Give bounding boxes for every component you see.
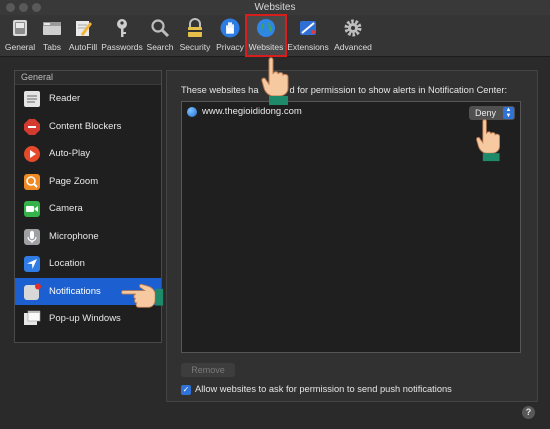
- tab-autofill[interactable]: AutoFill: [66, 15, 100, 56]
- pointing-hand-icon: [121, 283, 164, 308]
- sidebar-item-camera[interactable]: Camera: [15, 195, 161, 223]
- tab-security[interactable]: Security: [176, 15, 214, 56]
- sidebar-item-reader[interactable]: Reader: [15, 85, 161, 113]
- gear-icon: [344, 19, 362, 37]
- allow-checkbox-label: Allow websites to ask for permission to …: [195, 384, 452, 394]
- notifications-icon: [24, 283, 41, 300]
- play-icon: [24, 146, 40, 162]
- zoom-icon: [24, 173, 40, 190]
- key-icon: [117, 19, 127, 37]
- tab-extensions[interactable]: Extensions: [286, 15, 330, 56]
- tab-security-label: Security: [179, 42, 211, 52]
- sidebar-item-microphone[interactable]: Microphone: [15, 223, 161, 251]
- sidebar-item-label: Auto-Play: [49, 148, 91, 159]
- sidebar-item-page-zoom[interactable]: Page Zoom: [15, 168, 161, 196]
- pencil-icon: [76, 21, 92, 36]
- sidebar-item-label: Page Zoom: [49, 175, 99, 187]
- preferences-content: General Reader Content Blockers Auto-Pla…: [0, 57, 550, 429]
- pointing-hand-icon: [261, 57, 289, 105]
- sidebar-item-content-blockers[interactable]: Content Blockers: [15, 113, 161, 141]
- panel-description-end: d for permission to show alerts in Notif…: [289, 85, 508, 95]
- sidebar-item-auto-play[interactable]: Auto-Play: [15, 140, 161, 168]
- tab-websites-label: Websites: [248, 42, 284, 52]
- sidebar-item-label: Microphone: [49, 230, 99, 242]
- search-icon: [151, 19, 170, 38]
- pointing-hand-icon: [476, 119, 500, 162]
- stop-sign-icon: [24, 118, 40, 135]
- sidebar-item-label: Pop-up Windows: [49, 313, 121, 324]
- globe-icon: [257, 19, 275, 37]
- sidebar-item-label: Content Blockers: [49, 120, 122, 132]
- tab-advanced-label: Advanced: [334, 42, 372, 52]
- popup-window-icon: [24, 310, 41, 325]
- sidebar-item-location[interactable]: Location: [15, 250, 161, 278]
- tab-extensions-label: Extensions: [287, 42, 329, 52]
- microphone-icon: [24, 228, 40, 245]
- remove-button[interactable]: Remove: [181, 363, 235, 377]
- tab-tabs-label: Tabs: [43, 42, 61, 52]
- sidebar-item-label: Location: [49, 258, 85, 269]
- close-window-button[interactable]: [6, 3, 15, 12]
- sidebar-item-label: Notifications: [49, 285, 101, 297]
- sidebar-section-header: General: [15, 71, 161, 85]
- zoom-window-button[interactable]: [32, 3, 41, 12]
- tab-search[interactable]: Search: [144, 15, 176, 56]
- title-bar: Websites: [0, 0, 550, 15]
- puzzle-icon: [300, 21, 316, 35]
- tab-passwords-label: Passwords: [101, 42, 143, 52]
- tab-privacy-label: Privacy: [216, 42, 244, 52]
- help-button[interactable]: ?: [522, 406, 535, 419]
- tab-general[interactable]: General: [2, 15, 38, 56]
- list-item[interactable]: www.thegioididong.com Deny ▲ ▼: [182, 102, 520, 124]
- lock-icon: [188, 18, 202, 37]
- tab-search-label: Search: [146, 42, 174, 52]
- camera-icon: [24, 201, 40, 217]
- window-title: Websites: [254, 2, 296, 13]
- tab-advanced[interactable]: Advanced: [332, 15, 374, 56]
- general-switch-icon: [13, 20, 27, 36]
- website-list[interactable]: www.thegioididong.com Deny ▲ ▼: [181, 101, 521, 353]
- globe-icon: [187, 107, 197, 117]
- tab-autofill-label: AutoFill: [68, 42, 98, 52]
- location-arrow-icon: [24, 256, 40, 272]
- tab-passwords[interactable]: Passwords: [100, 15, 144, 56]
- tab-general-label: General: [4, 42, 36, 52]
- panel-description-start: These websites ha: [181, 85, 259, 95]
- sidebar-item-label: Camera: [49, 203, 83, 214]
- allow-checkbox[interactable]: ✓: [181, 385, 191, 395]
- panel-description: These websites ha d for permission to sho…: [181, 85, 507, 95]
- tab-tabs[interactable]: Tabs: [38, 15, 66, 56]
- tab-websites[interactable]: Websites: [245, 14, 287, 57]
- permission-value: Deny: [475, 108, 497, 118]
- tab-privacy[interactable]: Privacy: [214, 15, 246, 56]
- minimize-window-button[interactable]: [19, 3, 28, 12]
- hand-icon: [220, 18, 240, 38]
- site-domain: www.thegioididong.com: [202, 106, 302, 117]
- reader-icon: [24, 91, 40, 107]
- preferences-toolbar: General Tabs AutoFill Passwords Search S…: [0, 14, 550, 57]
- sidebar-item-label: Reader: [49, 93, 81, 104]
- tabs-icon: [43, 22, 61, 35]
